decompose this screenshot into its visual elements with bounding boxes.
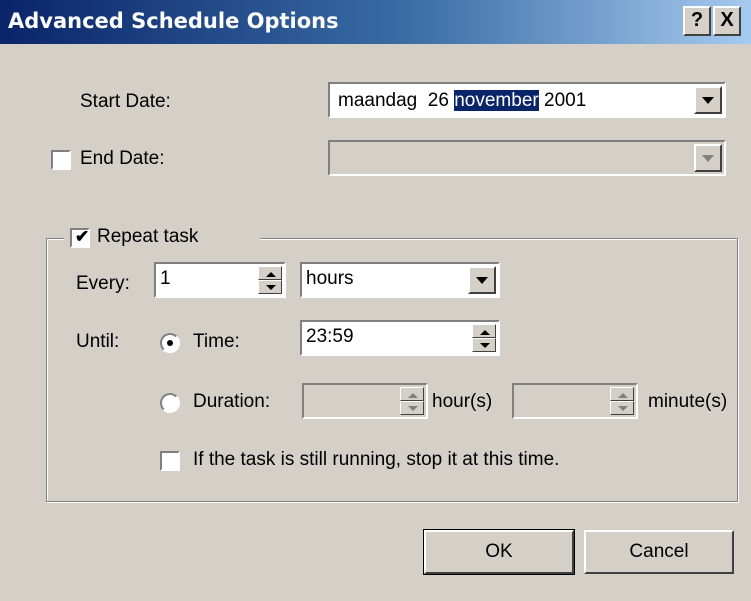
advanced-schedule-dialog: Advanced Schedule Options ? X Start Date… xyxy=(0,0,751,601)
time-value: 23:59 xyxy=(306,326,354,347)
every-spin-down[interactable] xyxy=(258,280,282,294)
arrow-down-icon xyxy=(408,406,418,411)
duration-minutes-spin-down[interactable] xyxy=(610,401,634,415)
start-date-dropdown-button[interactable] xyxy=(694,86,722,114)
hours-suffix-label: hour(s) xyxy=(432,391,493,412)
arrow-up-icon xyxy=(266,272,276,277)
cancel-button[interactable]: Cancel xyxy=(584,530,734,574)
time-label: Time: xyxy=(193,331,240,352)
arrow-down-icon xyxy=(480,343,490,348)
time-radio[interactable] xyxy=(160,333,180,353)
duration-minutes-spin-up[interactable] xyxy=(610,387,634,401)
until-label: Until: xyxy=(76,331,120,352)
start-date-day: maandag xyxy=(338,90,418,111)
chevron-down-icon xyxy=(702,97,714,104)
arrow-down-icon xyxy=(618,406,628,411)
time-input[interactable]: 23:59 xyxy=(300,320,500,356)
duration-radio[interactable] xyxy=(160,393,180,413)
window-title: Advanced Schedule Options xyxy=(8,9,339,33)
every-spinner[interactable] xyxy=(258,266,282,294)
arrow-up-icon xyxy=(408,393,418,398)
every-value: 1 xyxy=(160,268,171,289)
radio-dot-icon xyxy=(167,340,173,346)
unit-dropdown-button[interactable] xyxy=(468,266,496,294)
duration-hours-spinner[interactable] xyxy=(400,387,424,415)
start-date-month[interactable]: november xyxy=(454,90,539,111)
duration-hours-spin-down[interactable] xyxy=(400,401,424,415)
stop-task-checkbox[interactable] xyxy=(160,451,180,471)
every-label: Every: xyxy=(76,273,130,294)
chevron-down-icon xyxy=(476,277,488,284)
time-spinner[interactable] xyxy=(472,324,496,352)
end-date-label: End Date: xyxy=(80,148,165,169)
end-date-picker[interactable] xyxy=(328,140,726,176)
arrow-up-icon xyxy=(480,330,490,335)
chevron-down-icon xyxy=(702,155,714,162)
every-spin-up[interactable] xyxy=(258,266,282,280)
start-date-picker[interactable]: maandag 26 november 2001 xyxy=(328,82,726,118)
start-date-label: Start Date: xyxy=(80,91,171,112)
time-spin-up[interactable] xyxy=(472,324,496,338)
duration-minutes-input[interactable] xyxy=(512,383,638,419)
time-spin-down[interactable] xyxy=(472,338,496,352)
minutes-suffix-label: minute(s) xyxy=(648,391,728,412)
help-button[interactable]: ? xyxy=(683,6,711,36)
start-date-year: 2001 xyxy=(544,90,587,111)
duration-label: Duration: xyxy=(193,391,271,412)
end-date-checkbox[interactable] xyxy=(51,150,71,170)
arrow-up-icon xyxy=(618,393,628,398)
start-date-number: 26 xyxy=(427,90,449,111)
unit-select[interactable]: hours xyxy=(300,262,500,298)
title-bar[interactable]: Advanced Schedule Options ? X xyxy=(0,0,751,44)
duration-hours-spin-up[interactable] xyxy=(400,387,424,401)
stop-task-label: If the task is still running, stop it at… xyxy=(193,449,560,470)
repeat-task-checkbox[interactable]: ✔ xyxy=(70,227,90,248)
arrow-down-icon xyxy=(266,285,276,290)
ok-button[interactable]: OK xyxy=(423,529,575,575)
end-date-dropdown-button[interactable] xyxy=(694,144,722,172)
every-input[interactable]: 1 xyxy=(154,262,286,298)
duration-hours-input[interactable] xyxy=(302,383,428,419)
duration-minutes-spinner[interactable] xyxy=(610,387,634,415)
unit-value: hours xyxy=(306,268,354,289)
close-button[interactable]: X xyxy=(713,6,741,36)
repeat-task-label: Repeat task xyxy=(97,226,199,247)
checkmark-icon: ✔ xyxy=(75,227,90,246)
